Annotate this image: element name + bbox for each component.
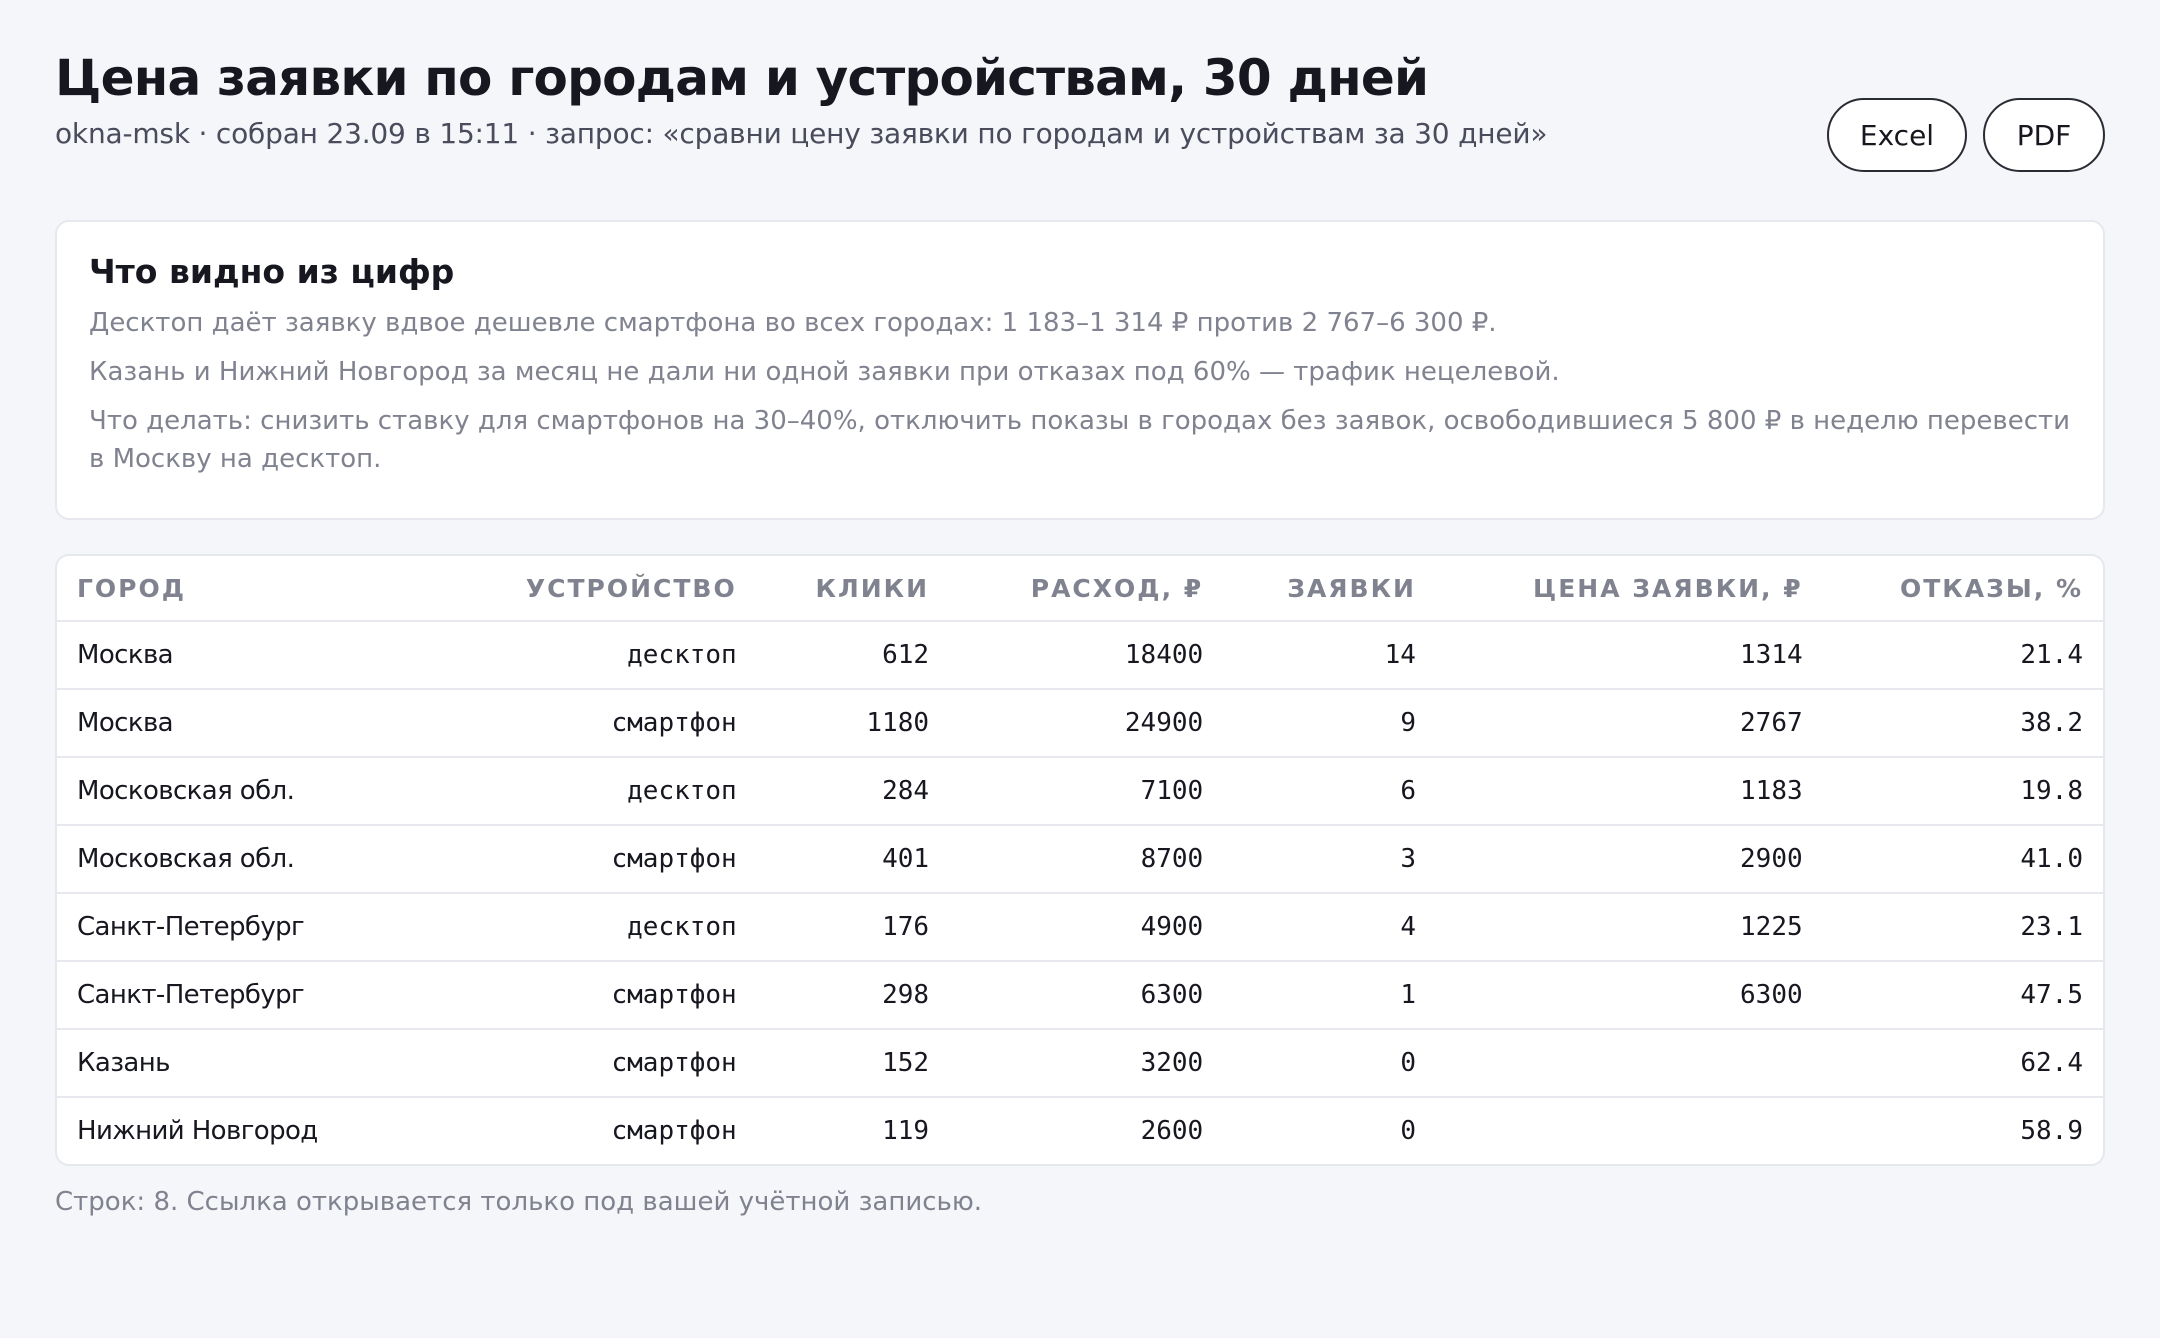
cell-leads: 9 <box>1223 689 1436 758</box>
table-row: Санкт-Петербург десктоп 176 4900 4 1225 … <box>57 893 2103 962</box>
cell-bounce: 23.1 <box>1822 893 2103 962</box>
insights-title: Что видно из цифр <box>89 252 455 291</box>
cell-city: Москва <box>57 689 475 758</box>
column-header-spend[interactable]: РАСХОД, ₽ <box>949 556 1224 622</box>
table-row: Нижний Новгород смартфон 119 2600 0 58.9 <box>57 1097 2103 1164</box>
cell-device: смартфон <box>474 1029 757 1098</box>
cell-clicks: 298 <box>756 961 950 1030</box>
table-row: Москва десктоп 612 18400 14 1314 21.4 <box>57 621 2103 690</box>
cell-spend: 24900 <box>949 689 1224 758</box>
page-header: Цена заявки по городам и устройствам, 30… <box>55 0 2105 172</box>
cell-device: смартфон <box>611 1116 737 1146</box>
cell-device: смартфон <box>474 825 757 894</box>
cell-bounce: 19.8 <box>1822 757 2103 826</box>
cell-leads: 4 <box>1223 893 1436 962</box>
column-header-clicks[interactable]: КЛИКИ <box>756 556 950 622</box>
insights-card: Что видно из цифр Десктоп даёт заявку вд… <box>55 220 2105 520</box>
cell-lead-price <box>1435 1029 1823 1098</box>
cell-lead-price: 1314 <box>1435 621 1823 690</box>
cell-city: Москва <box>57 621 475 690</box>
cell-clicks: 152 <box>756 1029 950 1098</box>
cell-city: Нижний Новгород <box>77 1116 318 1146</box>
cell-bounce: 21.4 <box>1822 621 2103 690</box>
table-footnote: Строк: 8. Ссылка открывается только под … <box>55 1187 982 1217</box>
cell-lead-price: 2767 <box>1435 689 1823 758</box>
insight-line: Казань и Нижний Новгород за месяц не дал… <box>89 357 1560 387</box>
cell-leads: 1 <box>1223 961 1436 1030</box>
cell-leads: 6 <box>1223 757 1436 826</box>
export-pdf-button[interactable]: PDF <box>1983 98 2105 172</box>
cell-clicks: 612 <box>756 621 950 690</box>
column-header-device[interactable]: УСТРОЙСТВО <box>474 556 757 622</box>
cell-lead-price: 1225 <box>1435 893 1823 962</box>
table-row: Санкт-Петербург смартфон 298 6300 1 6300… <box>57 961 2103 1030</box>
header-row: ГОРОД УСТРОЙСТВО КЛИКИ РАСХОД, ₽ ЗАЯВКИ … <box>57 556 2103 622</box>
cell-city: Московская обл. <box>57 757 475 826</box>
cell-clicks: 284 <box>756 757 950 826</box>
insight-line: Десктоп даёт заявку вдвое дешевле смартф… <box>89 308 1497 338</box>
table-row: Москва смартфон 1180 24900 9 2767 38.2 <box>57 689 2103 758</box>
cell-bounce: 41.0 <box>1822 825 2103 894</box>
column-header-city[interactable]: ГОРОД <box>57 556 475 622</box>
cell-bounce: 58.9 <box>2020 1116 2083 1146</box>
table-body: Москва десктоп 612 18400 14 1314 21.4 Мо… <box>57 621 2103 1164</box>
cell-city: Санкт-Петербург <box>57 961 475 1030</box>
column-header-bounce[interactable]: ОТКАЗЫ, % <box>1822 556 2103 622</box>
cell-lead-price: 6300 <box>1435 961 1823 1030</box>
cell-device: смартфон <box>474 689 757 758</box>
cell-clicks: 1180 <box>756 689 950 758</box>
cell-lead-price: 2900 <box>1435 825 1823 894</box>
cell-clicks: 176 <box>756 893 950 962</box>
export-actions: Excel PDF <box>1827 98 2105 172</box>
cell-clicks: 119 <box>882 1116 930 1146</box>
insight-line: Что делать: снизить ставку для смартфоно… <box>89 406 2071 474</box>
export-excel-button[interactable]: Excel <box>1827 98 1967 172</box>
column-header-leads[interactable]: ЗАЯВКИ <box>1223 556 1436 622</box>
cell-spend: 18400 <box>949 621 1224 690</box>
data-table-container: ГОРОД УСТРОЙСТВО КЛИКИ РАСХОД, ₽ ЗАЯВКИ … <box>55 554 2105 1166</box>
cell-spend: 6300 <box>949 961 1224 1030</box>
cell-lead-price <box>1436 1097 1823 1164</box>
column-header-lead-price[interactable]: ЦЕНА ЗАЯВКИ, ₽ <box>1435 556 1823 622</box>
cell-city: Казань <box>57 1029 475 1098</box>
cell-bounce: 38.2 <box>1822 689 2103 758</box>
cell-leads: 0 <box>1400 1116 1416 1146</box>
table-header: ГОРОД УСТРОЙСТВО КЛИКИ РАСХОД, ₽ ЗАЯВКИ … <box>57 556 2103 622</box>
cell-lead-price: 1183 <box>1435 757 1823 826</box>
cell-spend: 7100 <box>949 757 1224 826</box>
cell-city: Московская обл. <box>57 825 475 894</box>
cell-device: смартфон <box>474 961 757 1030</box>
cell-leads: 3 <box>1223 825 1436 894</box>
cell-device: десктоп <box>474 621 757 690</box>
table-row: Казань смартфон 152 3200 0 62.4 <box>57 1029 2103 1098</box>
cell-device: десктоп <box>474 893 757 962</box>
cell-spend: 8700 <box>949 825 1224 894</box>
cell-city: Санкт-Петербург <box>57 893 475 962</box>
report-page: Цена заявки по городам и устройствам, 30… <box>0 0 2160 1338</box>
cell-spend: 4900 <box>949 893 1224 962</box>
page-subtitle: okna-msk · собран 23.09 в 15:11 · запрос… <box>55 117 1548 150</box>
table-row: Московская обл. десктоп 284 7100 6 1183 … <box>57 757 2103 826</box>
cell-spend: 2600 <box>1140 1116 1204 1146</box>
page-title: Цена заявки по городам и устройствам, 30… <box>55 49 1429 107</box>
data-table: ГОРОД УСТРОЙСТВО КЛИКИ РАСХОД, ₽ ЗАЯВКИ … <box>57 556 2103 1164</box>
cell-clicks: 401 <box>756 825 950 894</box>
cell-spend: 3200 <box>949 1029 1224 1098</box>
cell-leads: 14 <box>1223 621 1436 690</box>
cell-bounce: 47.5 <box>1822 961 2103 1030</box>
table-row: Московская обл. смартфон 401 8700 3 2900… <box>57 825 2103 894</box>
cell-device: десктоп <box>474 757 757 826</box>
cell-leads: 0 <box>1223 1029 1436 1098</box>
cell-bounce: 62.4 <box>1822 1029 2103 1098</box>
